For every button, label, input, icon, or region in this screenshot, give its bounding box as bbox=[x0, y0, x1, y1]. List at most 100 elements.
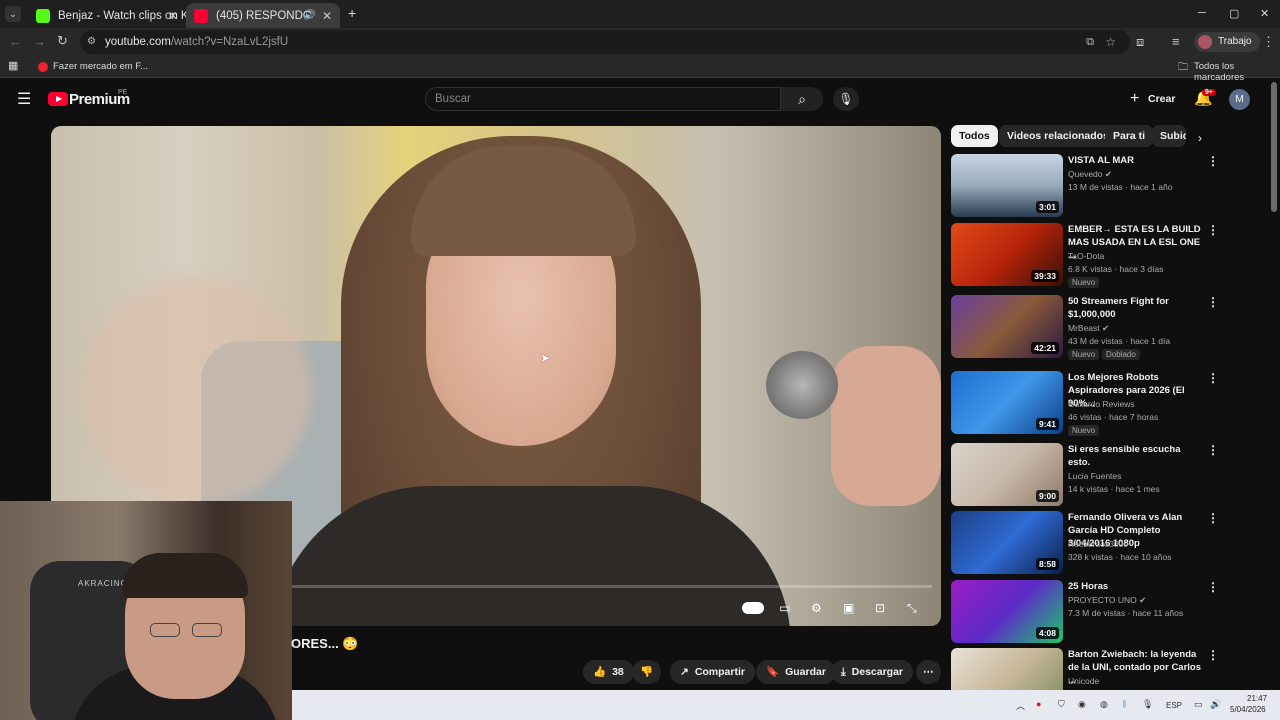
more-options-icon[interactable]: ⋮ bbox=[1207, 371, 1219, 385]
related-video-item[interactable]: 42:21 50 Streamers Fight for $1,000,000 Mr… bbox=[951, 295, 1266, 360]
subtitles-icon[interactable]: ▭ bbox=[779, 601, 790, 615]
search-input[interactable]: Buscar bbox=[425, 87, 781, 111]
video-thumbnail[interactable]: 39:33 bbox=[951, 223, 1063, 286]
related-video-title[interactable]: Si eres sensible escucha esto. bbox=[1068, 443, 1203, 469]
save-button[interactable]: 🔖 Guardar bbox=[756, 660, 836, 684]
video-thumbnail[interactable]: 8:58 bbox=[951, 511, 1063, 574]
video-thumbnail[interactable]: 9:41 bbox=[951, 371, 1063, 434]
audio-playing-icon[interactable]: 🔊 bbox=[304, 10, 316, 21]
close-tab-icon[interactable]: ✕ bbox=[168, 9, 178, 23]
tab-kick[interactable]: Benjaz - Watch clips on Kick ✕ bbox=[28, 3, 186, 28]
channel-name[interactable]: Recuerdos3000 bbox=[1068, 539, 1128, 549]
channel-name[interactable]: MrBeast ✔ bbox=[1068, 323, 1109, 334]
voice-search-button[interactable]: 🎙 bbox=[833, 87, 859, 111]
related-video-title[interactable]: 50 Streamers Fight for $1,000,000 bbox=[1068, 295, 1203, 321]
share-button[interactable]: ↗ Compartir bbox=[670, 660, 755, 684]
related-video-title[interactable]: VISTA AL MAR bbox=[1068, 154, 1203, 167]
related-video-title[interactable]: 25 Horas bbox=[1068, 580, 1203, 593]
related-video-item[interactable]: 4:08 25 Horas PROYECTO UNO ✔ 7.3 M de vista… bbox=[951, 580, 1266, 644]
address-bar[interactable]: ⚙ youtube.com/watch?v=NzaLvL2jsfU ⧉ ☆ bbox=[80, 30, 1130, 54]
fullscreen-icon[interactable]: ⤡ bbox=[907, 601, 917, 616]
channel-name[interactable]: Lucia Fuentes bbox=[1068, 471, 1121, 481]
download-button[interactable]: ⤓ Descargar bbox=[831, 660, 914, 684]
tray-network-icon[interactable]: ▭ bbox=[1194, 699, 1203, 710]
miniplayer-icon[interactable]: ▣ bbox=[843, 601, 854, 615]
more-options-icon[interactable]: ⋮ bbox=[1207, 580, 1219, 594]
related-video-item[interactable]: 8:58 Fernando Olivera vs Alan García HD C… bbox=[951, 511, 1266, 575]
extensions-icon[interactable]: ⧈ bbox=[1136, 34, 1144, 50]
more-options-icon[interactable]: ⋮ bbox=[1207, 511, 1219, 525]
more-options-icon[interactable]: ⋮ bbox=[1207, 443, 1219, 457]
maximize-button[interactable]: ▢ bbox=[1229, 7, 1239, 20]
bookmark-star-icon[interactable]: ☆ bbox=[1105, 30, 1116, 54]
tray-chevron-icon[interactable]: ︿ bbox=[1016, 699, 1025, 712]
related-video-item[interactable]: 3:01 VISTA AL MAR Quevedo ✔ 13 M de vistas … bbox=[951, 154, 1266, 218]
page-scrollbar[interactable] bbox=[1271, 82, 1277, 212]
bookmark-item[interactable]: Fazer mercado em F... bbox=[53, 61, 148, 72]
channel-name[interactable]: Unicode bbox=[1068, 676, 1099, 686]
taskbar-date[interactable]: 5/04/2026 bbox=[1230, 705, 1266, 714]
tray-volume-icon[interactable]: 🔊 bbox=[1210, 699, 1221, 710]
more-actions-button[interactable]: ⋯ bbox=[916, 660, 941, 684]
video-thumbnail[interactable]: 4:08 bbox=[951, 580, 1063, 643]
tray-bluetooth-icon[interactable]: ᛒ bbox=[1122, 699, 1127, 709]
new-tab-button[interactable]: + bbox=[348, 5, 356, 21]
minimize-button[interactable]: ─ bbox=[1198, 7, 1206, 19]
back-icon[interactable]: ← bbox=[9, 34, 22, 49]
close-tab-icon[interactable]: ✕ bbox=[322, 9, 332, 23]
dislike-button[interactable]: 👎 bbox=[632, 660, 662, 684]
tray-mic-icon[interactable]: 🎙 bbox=[1142, 699, 1153, 710]
forward-icon[interactable]: → bbox=[33, 34, 46, 49]
chip-para-ti[interactable]: Para ti bbox=[1105, 125, 1154, 147]
related-video-item[interactable]: 9:41 Los Mejores Robots Aspiradores para … bbox=[951, 371, 1266, 436]
browser-menu-icon[interactable]: ⋮ bbox=[1262, 34, 1275, 50]
tray-discord-icon[interactable]: ◍ bbox=[1100, 699, 1108, 710]
language-indicator[interactable]: ESP bbox=[1166, 701, 1182, 710]
channel-name[interactable]: Quevedo ✔ bbox=[1068, 169, 1112, 180]
channel-name[interactable]: Gallardo Reviews bbox=[1068, 399, 1135, 409]
create-plus-icon[interactable]: + bbox=[1130, 90, 1139, 108]
chip-videos-relacionados[interactable]: Videos relacionados bbox=[999, 125, 1117, 147]
channel-name[interactable]: PROYECTO UNO ✔ bbox=[1068, 595, 1146, 606]
more-options-icon[interactable]: ⋮ bbox=[1207, 223, 1219, 237]
profile-button[interactable]: Trabajo bbox=[1194, 32, 1260, 52]
browser-toolbar: ← → ↻ ⚙ youtube.com/watch?v=NzaLvL2jsfU … bbox=[0, 28, 1280, 56]
settings-gear-icon[interactable]: ⚙ bbox=[811, 601, 822, 615]
reload-icon[interactable]: ↻ bbox=[57, 33, 68, 49]
chevron-right-icon[interactable]: › bbox=[1198, 131, 1202, 145]
tab-search-button[interactable]: ⌄ bbox=[5, 6, 21, 22]
tray-app-icon[interactable]: ● bbox=[1036, 699, 1041, 709]
menu-icon[interactable]: ☰ bbox=[17, 89, 31, 109]
channel-name[interactable]: TaO-Dota bbox=[1068, 251, 1104, 261]
media-controls-icon[interactable]: ≡ bbox=[1172, 34, 1180, 49]
related-video-item[interactable]: 39:33 EMBER→ ESTA ES LA BUILD MAS USADA E… bbox=[951, 223, 1266, 288]
account-avatar[interactable]: M bbox=[1229, 89, 1250, 110]
video-thumbnail[interactable]: 3:01 bbox=[951, 154, 1063, 217]
more-options-icon[interactable]: ⋮ bbox=[1207, 648, 1219, 662]
chip-subidos[interactable]: Subid bbox=[1152, 125, 1186, 147]
tray-shield-icon[interactable]: ⛉ bbox=[1058, 699, 1065, 710]
create-button[interactable]: Crear bbox=[1148, 93, 1175, 105]
video-thumbnail[interactable]: 42:21 bbox=[951, 295, 1063, 358]
apps-grid-icon[interactable]: ▦ bbox=[8, 59, 18, 72]
chip-todos[interactable]: Todos bbox=[951, 125, 998, 147]
search-button[interactable]: ⌕ bbox=[781, 87, 823, 111]
close-window-button[interactable]: ✕ bbox=[1260, 7, 1269, 20]
site-info-icon[interactable]: ⚙ bbox=[87, 30, 96, 54]
like-button[interactable]: 👍 38 bbox=[583, 660, 634, 684]
url-host: youtube.com bbox=[105, 36, 171, 48]
share-label: Compartir bbox=[694, 666, 745, 678]
tray-steam-icon[interactable]: ◉ bbox=[1078, 699, 1086, 710]
install-app-icon[interactable]: ⧉ bbox=[1086, 30, 1094, 54]
cast-icon[interactable]: ⊡ bbox=[875, 601, 885, 615]
video-thumbnail[interactable]: 9:00 bbox=[951, 443, 1063, 506]
related-video-item[interactable]: 9:00 Si eres sensible escucha esto. Lucia … bbox=[951, 443, 1266, 507]
autoplay-toggle[interactable] bbox=[742, 602, 764, 614]
notification-count-badge: 9+ bbox=[1202, 89, 1216, 96]
more-options-icon[interactable]: ⋮ bbox=[1207, 295, 1219, 309]
video-title: ORES... 😳 bbox=[291, 636, 359, 651]
taskbar-time[interactable]: 21:47 bbox=[1247, 694, 1267, 703]
tab-youtube[interactable]: (405) RESPONDO PREGUNT 🔊 ✕ bbox=[186, 3, 340, 28]
more-options-icon[interactable]: ⋮ bbox=[1207, 154, 1219, 168]
video-meta: 6.8 K vistas · hace 3 días bbox=[1068, 264, 1164, 274]
